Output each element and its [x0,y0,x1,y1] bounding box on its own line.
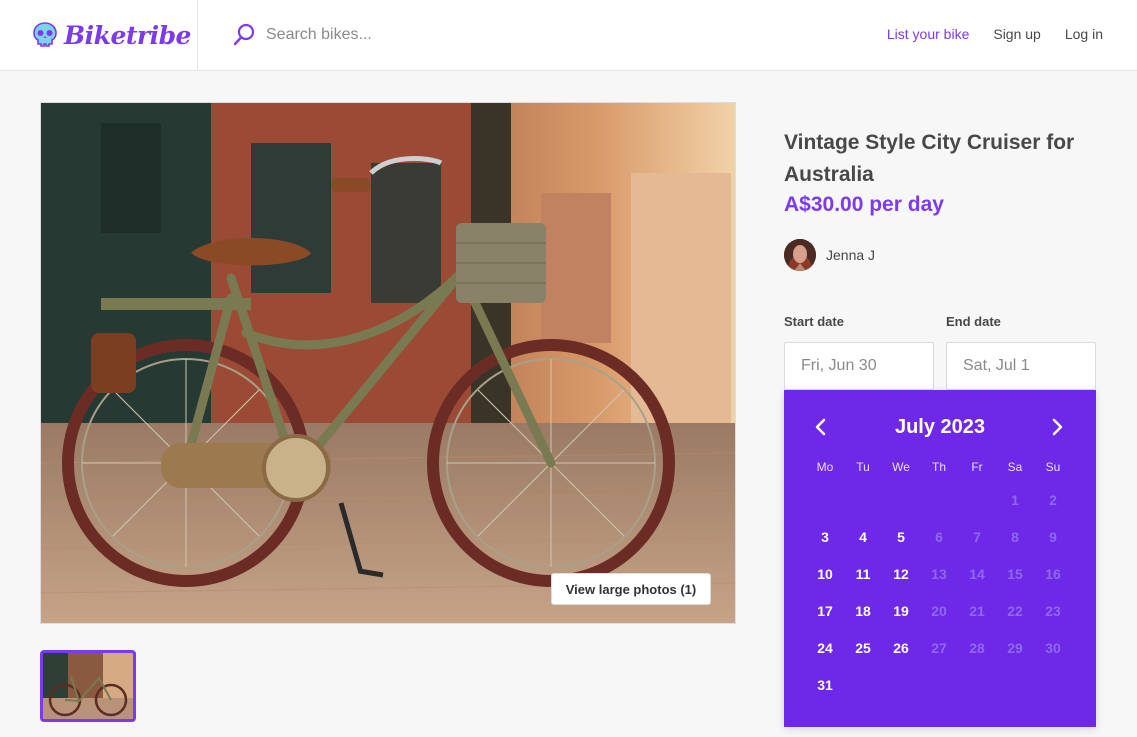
start-date-label: Start date [784,314,844,329]
sign-up-link[interactable]: Sign up [993,26,1040,42]
view-large-photos-button[interactable]: View large photos (1) [551,573,711,605]
calendar-day: 14 [969,566,985,582]
next-month-button[interactable] [1046,416,1068,438]
owner-name: Jenna J [826,247,876,263]
thumbnail-image [43,653,133,719]
calendar-day: 23 [1045,603,1061,619]
weekday-header: Tu [856,460,870,474]
end-date-field[interactable] [946,342,1096,390]
owner-avatar [784,239,816,271]
avatar-image [784,239,816,271]
log-in-link[interactable]: Log in [1065,26,1103,42]
search-bar [232,22,666,48]
calendar-day: 16 [1045,566,1061,582]
search-input[interactable] [266,26,666,44]
calendar-day[interactable]: 18 [844,593,882,630]
brand-name: Biketribe [64,20,191,50]
calendar-day[interactable]: 24 [806,630,844,667]
calendar-day: 28 [969,640,985,656]
chevron-right-icon [1052,418,1063,436]
calendar-day: 21 [969,603,985,619]
calendar-day[interactable]: 4 [844,519,882,556]
calendar-day[interactable]: 11 [844,556,882,593]
calendar-day[interactable]: 5 [882,519,920,556]
calendar-day[interactable]: 26 [882,630,920,667]
listing-price: A$30.00 per day [784,193,944,216]
date-picker-calendar: July 2023 Mo Tu We Th Fr Sa Su 1 2 3 4 5 6 7 8 9 10 11 12 1… [784,390,1096,727]
start-date-field[interactable] [784,342,934,390]
skull-logo-icon [33,22,57,47]
calendar-day: 15 [1007,566,1023,582]
calendar-day: 9 [1049,529,1057,545]
calendar-day[interactable]: 19 [882,593,920,630]
logo[interactable]: Biketribe [0,0,198,70]
calendar-day: 20 [931,603,947,619]
calendar-day: 2 [1049,492,1057,508]
top-navigation-bar: Biketribe List your bike Sign up Log in [0,0,1137,71]
calendar-day[interactable]: 10 [806,556,844,593]
list-your-bike-link[interactable]: List your bike [887,26,969,42]
main-bike-photo[interactable] [40,102,736,624]
calendar-day: 1 [1011,492,1019,508]
weekday-header: Sa [1007,460,1023,474]
calendar-day: 13 [931,566,947,582]
end-date-label: End date [946,314,1001,329]
weekday-header: Mo [816,460,834,474]
weekday-header: Fr [971,460,983,474]
calendar-day: 30 [1045,640,1061,656]
calendar-day[interactable]: 25 [844,630,882,667]
calendar-day: 7 [973,529,981,545]
listing-title: Vintage Style City Cruiser for Australia [784,131,1075,186]
calendar-day: 6 [935,529,943,545]
weekday-header: Su [1045,460,1061,474]
weekday-header: Th [931,460,946,474]
search-icon [233,23,255,46]
calendar-header: July 2023 [784,390,1096,462]
photo-thumbnail[interactable] [40,650,136,722]
header-nav: List your bike Sign up Log in [887,26,1103,42]
calendar-day: 22 [1007,603,1023,619]
owner-info[interactable]: Jenna J [784,239,875,271]
calendar-day[interactable]: 12 [882,556,920,593]
bike-photo-illustration [41,103,735,623]
calendar-day[interactable]: 17 [806,593,844,630]
calendar-day: 27 [931,640,947,656]
weekday-header: We [892,460,910,474]
calendar-day[interactable]: 31 [806,667,844,704]
calendar-day[interactable]: 3 [806,519,844,556]
calendar-day: 29 [1007,640,1023,656]
calendar-day: 8 [1011,529,1019,545]
